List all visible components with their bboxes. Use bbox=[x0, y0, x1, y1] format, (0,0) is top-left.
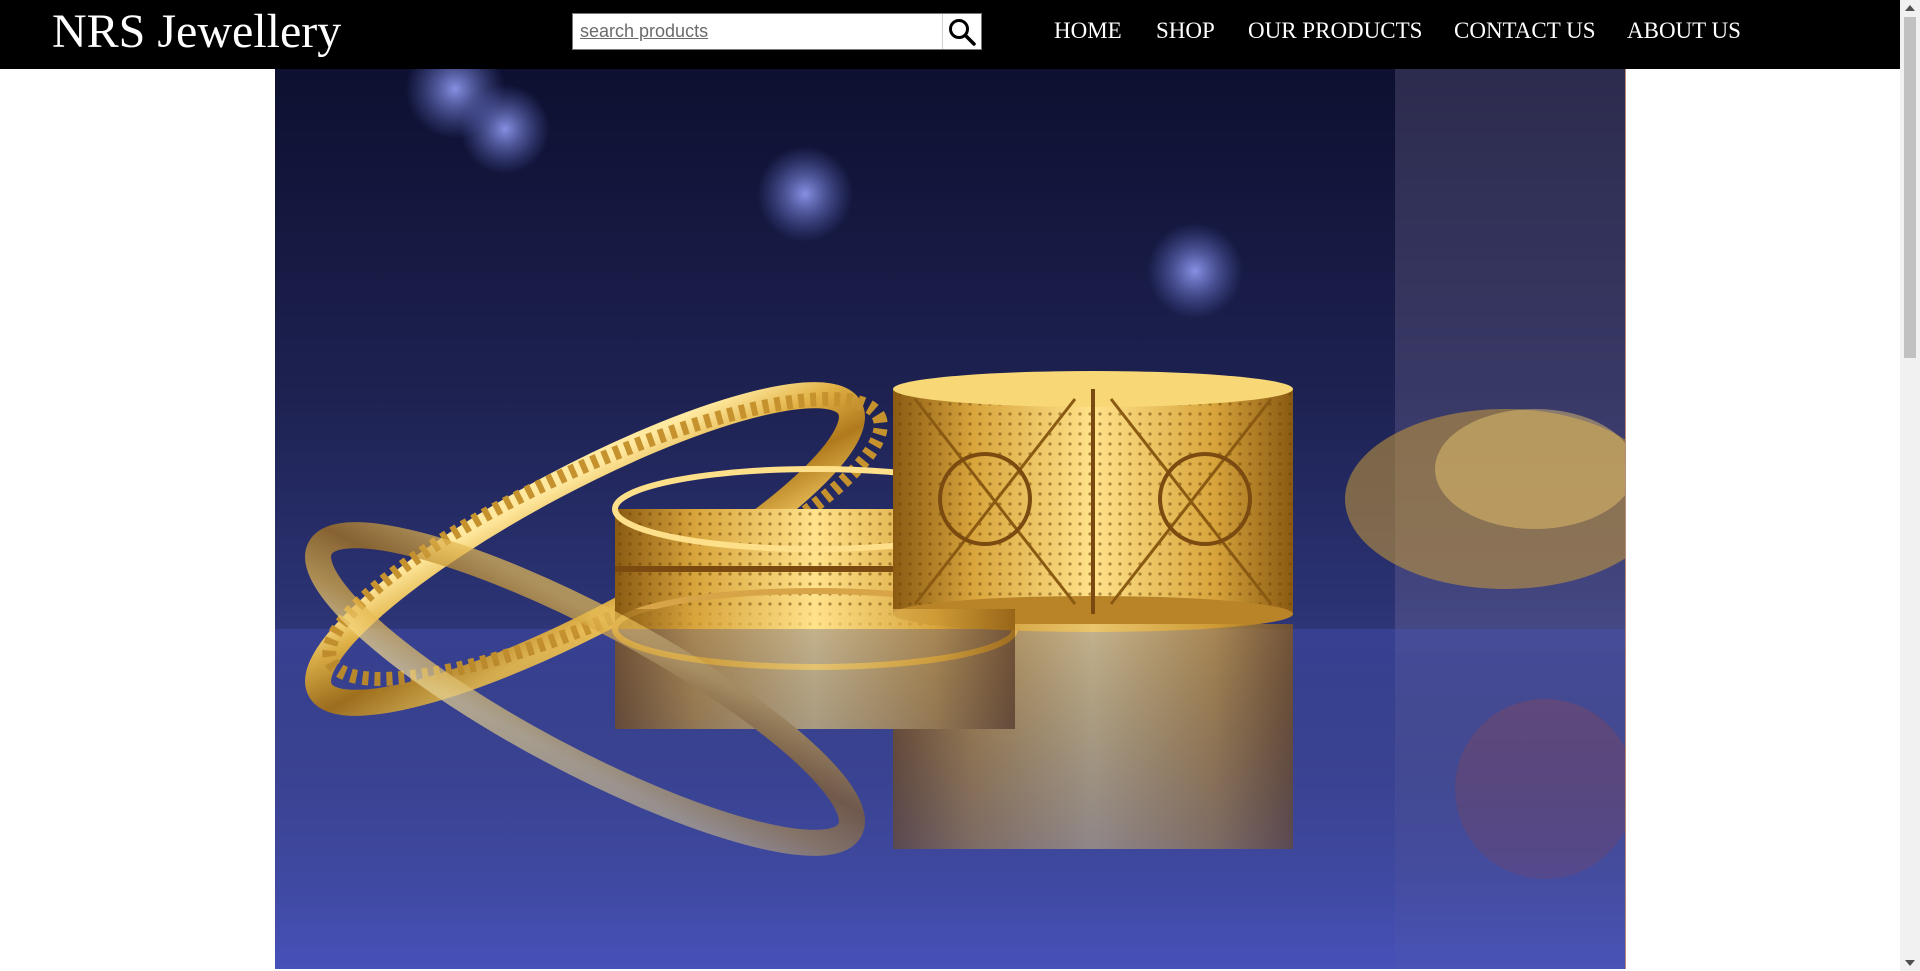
hero-image bbox=[275, 69, 1626, 969]
site-header: NRS Jewellery HOME SHOP OUR PRODUCTS CON… bbox=[0, 0, 1900, 69]
page-scrollbar[interactable] bbox=[1900, 0, 1920, 971]
search-input[interactable] bbox=[573, 14, 945, 49]
search-button[interactable] bbox=[942, 14, 981, 49]
search-box bbox=[572, 13, 982, 50]
nav-our-products[interactable]: OUR PRODUCTS bbox=[1248, 18, 1422, 44]
gold-bangles-photo bbox=[275, 69, 1625, 969]
nav-home[interactable]: HOME bbox=[1054, 18, 1122, 44]
scroll-up-icon[interactable] bbox=[1905, 5, 1915, 11]
page: NRS Jewellery HOME SHOP OUR PRODUCTS CON… bbox=[0, 0, 1920, 971]
scroll-thumb[interactable] bbox=[1904, 17, 1916, 358]
nav-about-us[interactable]: ABOUT US bbox=[1627, 18, 1741, 44]
search-icon bbox=[949, 18, 976, 46]
nav-contact-us[interactable]: CONTACT US bbox=[1454, 18, 1596, 44]
scroll-down-icon[interactable] bbox=[1905, 960, 1915, 966]
brand-logo[interactable]: NRS Jewellery bbox=[52, 8, 341, 56]
nav-shop[interactable]: SHOP bbox=[1156, 18, 1215, 44]
